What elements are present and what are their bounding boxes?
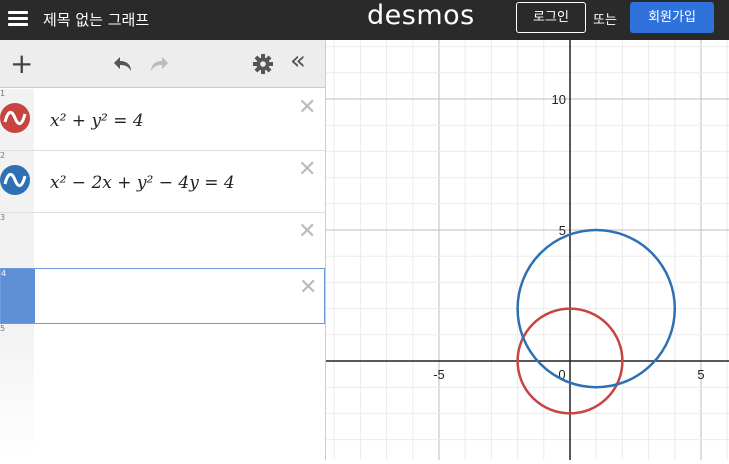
collapse-panel-icon[interactable]: «	[290, 48, 306, 74]
top-bar: 제목 없는 그래프 desmos 로그인 또는 회원가입	[0, 0, 729, 40]
expression-gutter: 3	[0, 213, 34, 268]
expression-row-4[interactable]: 4 ✕	[0, 268, 325, 324]
expression-gutter: 1	[0, 89, 34, 150]
plus-icon[interactable]: +	[10, 50, 33, 78]
graph-canvas[interactable]: -5 0 5510	[326, 40, 729, 460]
redo-icon[interactable]	[148, 54, 172, 79]
expression-number: 2	[0, 151, 6, 160]
expression-panel: + « 1 x² + y² = 4 ✕ 2 x² − 2x + y² − 4y …	[0, 40, 326, 460]
desmos-logo: desmos	[367, 0, 475, 31]
expression-number: 4	[1, 269, 7, 278]
y-tick-label: 10	[552, 92, 566, 107]
or-text: 또는	[593, 13, 617, 28]
expression-gutter: 4	[1, 269, 35, 323]
expression-row-3[interactable]: 3 ✕	[0, 213, 325, 269]
x-tick-label: -5	[433, 367, 445, 382]
expression-input[interactable]: x² + y² = 4	[50, 111, 144, 131]
expression-input[interactable]: x² − 2x + y² − 4y = 4	[50, 173, 235, 193]
delete-expression-icon[interactable]: ✕	[299, 277, 317, 299]
login-button[interactable]: 로그인	[516, 2, 586, 33]
expression-number: 3	[0, 213, 6, 222]
signup-button[interactable]: 회원가입	[630, 2, 714, 33]
graph-paper[interactable]: -5 0 5 5 10	[326, 40, 729, 460]
menu-icon[interactable]	[8, 9, 28, 29]
expression-row-2[interactable]: 2 x² − 2x + y² − 4y = 4 ✕	[0, 151, 325, 213]
expression-gutter: 5	[0, 324, 34, 460]
delete-expression-icon[interactable]: ✕	[298, 159, 316, 181]
gear-icon[interactable]	[252, 53, 274, 80]
expression-number: 1	[0, 89, 6, 98]
expression-toolbar: + «	[0, 40, 325, 88]
undo-icon[interactable]	[110, 54, 134, 79]
graph-toggle-icon[interactable]	[0, 165, 30, 195]
expression-row-1[interactable]: 1 x² + y² = 4 ✕	[0, 89, 325, 151]
expression-gutter: 2	[0, 151, 34, 212]
graph-toggle-icon[interactable]	[0, 103, 30, 133]
x-tick-label: 5	[697, 367, 704, 382]
expression-row-5[interactable]: 5	[0, 324, 325, 460]
delete-expression-icon[interactable]: ✕	[298, 221, 316, 243]
delete-expression-icon[interactable]: ✕	[298, 97, 316, 119]
expression-number: 5	[0, 324, 6, 333]
graph-title[interactable]: 제목 없는 그래프	[43, 9, 149, 30]
